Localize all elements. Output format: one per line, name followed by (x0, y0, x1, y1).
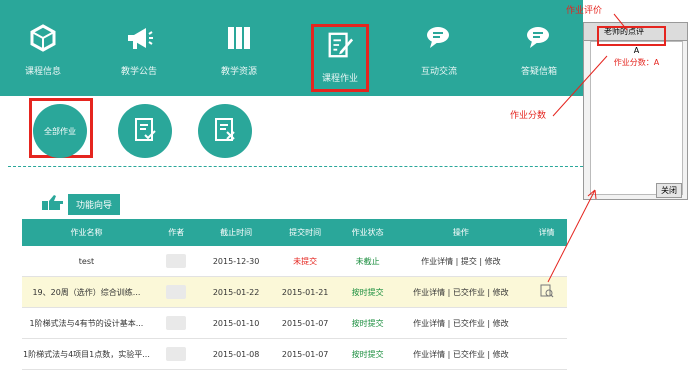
arrow-head (587, 189, 597, 200)
annotation-arrows (547, 13, 628, 283)
arrow-line (613, 13, 628, 31)
arrow-line (552, 55, 608, 117)
arrow-line (547, 189, 596, 283)
